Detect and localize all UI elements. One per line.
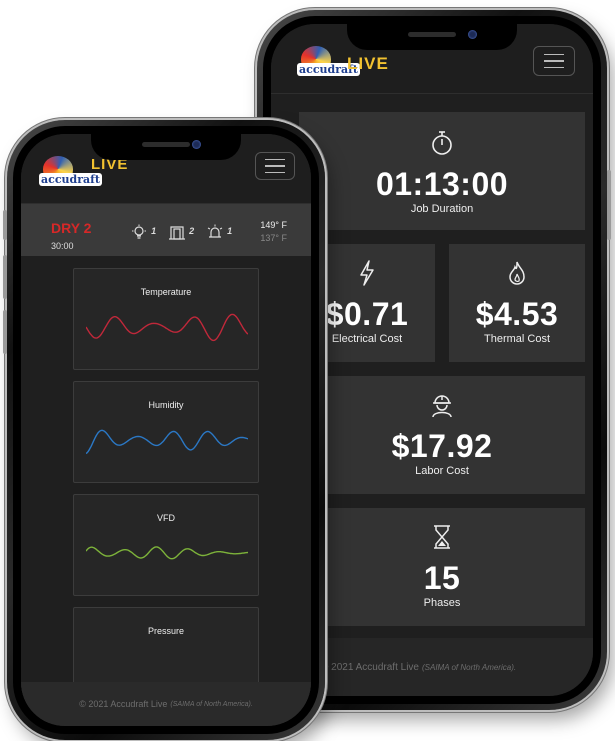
thermal-cost-label: Thermal Cost [483,333,551,345]
stage-label: DRY 2 [51,220,92,236]
alarm-light-icon: 1 [207,224,232,244]
thermal-cost-card: $4.53 Thermal Cost [449,244,585,362]
menu-button[interactable] [533,46,575,76]
temp-primary: 149° F [260,220,287,230]
humidity-sparkline [86,429,248,455]
front-phone-frame: accudraft LIVE DRY 2 30:00 1 2 1 149° F … [3,120,325,740]
accudraft-logo[interactable]: accudraft [39,156,102,186]
door-icon: 2 [169,224,194,244]
live-label: LIVE [347,54,389,73]
power-button [607,170,611,240]
sparkline-path [86,313,248,342]
camera-icon [468,30,477,39]
temperature-readout: 149° F 137° F [260,220,287,243]
door-count: 2 [189,226,195,236]
chart-title: Pressure [147,626,184,636]
charts-panel: Temperature Humidity VFD Pressure © 2021… [21,256,311,726]
hourglass-icon [299,524,585,554]
stage-time: 30:00 [51,241,74,251]
humidity-chart-card[interactable]: Humidity [73,381,259,483]
vfd-sparkline [86,546,248,560]
cycle-status-bar: DRY 2 30:00 1 2 1 149° F 137° F [21,204,311,256]
job-duration-value: 01:13:00 [375,166,509,202]
hamburger-icon [544,53,564,56]
chart-title: Temperature [140,287,192,297]
sparkline-path [86,429,248,455]
chart-title: Humidity [148,400,184,410]
notch [347,24,517,50]
lightbulb-icon: 1 [131,224,156,244]
labor-cost-value: $17.92 [391,428,493,464]
flame-icon [449,260,585,290]
camera-icon [192,140,201,149]
footer-note: (SAIMA of North America). [421,662,517,672]
menu-button[interactable] [255,152,295,180]
mute-switch [3,210,7,240]
vfd-chart-card[interactable]: VFD [73,494,259,596]
notch [91,134,241,160]
alarm-count: 1 [227,226,233,236]
phases-card: 15 Phases [299,508,585,626]
logo-text: accudraft [39,173,102,186]
footer-text: © 2021 Accudraft Live [321,661,419,673]
temperature-sparkline [86,313,248,342]
stopwatch-icon [299,130,585,160]
phases-label: Phases [423,597,461,609]
thermal-cost-value: $4.53 [475,296,559,332]
front-phone-screen: accudraft LIVE DRY 2 30:00 1 2 1 149° F … [21,134,311,726]
volume-up-button [3,255,7,299]
labor-cost-card: $17.92 Labor Cost [299,376,585,494]
temperature-chart-card[interactable]: Temperature [73,268,259,370]
hard-hat-worker-icon [299,392,585,422]
volume-down-button [3,310,7,354]
temp-secondary: 137° F [260,233,287,243]
sparkline-path [86,546,248,560]
phases-value: 15 [423,560,461,596]
footer-note: (SAIMA of North America). [170,700,253,708]
job-duration-label: Job Duration [410,203,474,215]
job-duration-card: 01:13:00 Job Duration [299,112,585,230]
hamburger-icon [265,158,285,161]
chart-title: VFD [157,513,175,523]
labor-cost-label: Labor Cost [415,465,469,477]
footer: © 2021 Accudraft Live (SAIMA of North Am… [21,682,311,726]
footer-text: © 2021 Accudraft Live [79,699,168,709]
accudraft-logo[interactable]: accudraft [297,46,360,76]
lightbulb-count: 1 [151,226,157,236]
